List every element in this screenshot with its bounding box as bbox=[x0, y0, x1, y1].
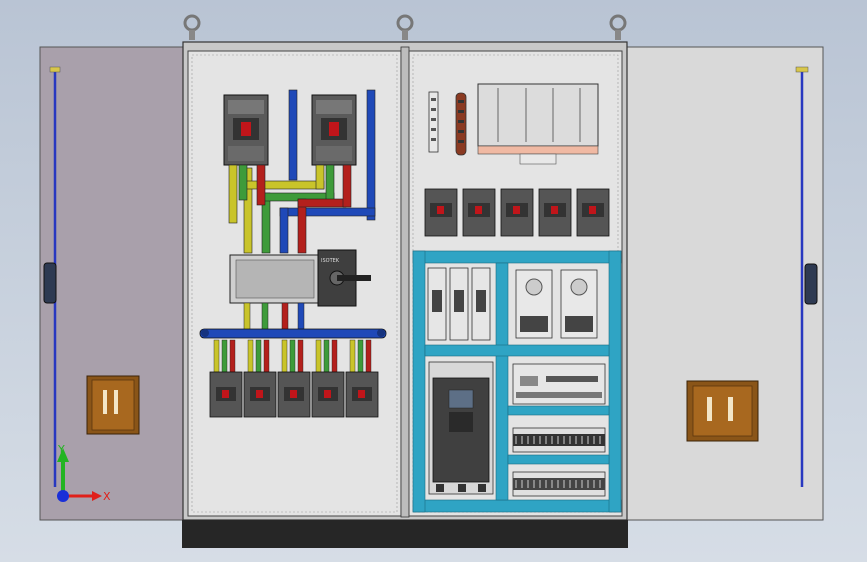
transfer-switch: ISOTEK bbox=[229, 249, 371, 307]
axis-y-label: Y bbox=[57, 443, 65, 456]
ventilation-fan-unit bbox=[477, 83, 599, 165]
fuse-holders bbox=[427, 267, 491, 341]
lifting-eye-center bbox=[396, 14, 414, 40]
right-door-pocket[interactable] bbox=[686, 380, 759, 442]
lifting-eye-left bbox=[183, 14, 201, 40]
power-supply-1 bbox=[515, 269, 553, 339]
mcb-row bbox=[424, 188, 610, 237]
terminal-block-row-2 bbox=[512, 471, 606, 497]
neutral-distribution-bar bbox=[199, 328, 387, 339]
branch-breaker-5 bbox=[345, 371, 379, 418]
switch-brand-label: ISOTEK bbox=[321, 258, 340, 264]
center-divider bbox=[400, 46, 410, 518]
left-door-hinge-handle[interactable] bbox=[43, 262, 57, 304]
lifting-eye-right bbox=[609, 14, 627, 40]
axis-x-label: X bbox=[103, 490, 111, 503]
branch-breaker-4 bbox=[311, 371, 345, 418]
left-door-pocket[interactable] bbox=[86, 375, 140, 435]
power-supply-2 bbox=[560, 269, 598, 339]
frequency-inverter bbox=[428, 361, 494, 495]
right-door bbox=[626, 46, 824, 521]
terminal-strip-small bbox=[428, 91, 439, 153]
terminal-block-row-1 bbox=[512, 427, 606, 453]
main-breaker-2 bbox=[311, 94, 357, 166]
branch-breaker-2 bbox=[243, 371, 277, 418]
cabinet-plinth bbox=[182, 520, 628, 548]
plc-module bbox=[512, 363, 606, 405]
cabinet-drawing: ISOTEK Y X bbox=[39, 14, 824, 548]
right-door-hinge-handle[interactable] bbox=[804, 263, 818, 305]
branch-breaker-1 bbox=[209, 371, 243, 418]
main-breaker-1 bbox=[223, 94, 269, 166]
ground-busbar bbox=[455, 92, 467, 156]
branch-breaker-3 bbox=[277, 371, 311, 418]
